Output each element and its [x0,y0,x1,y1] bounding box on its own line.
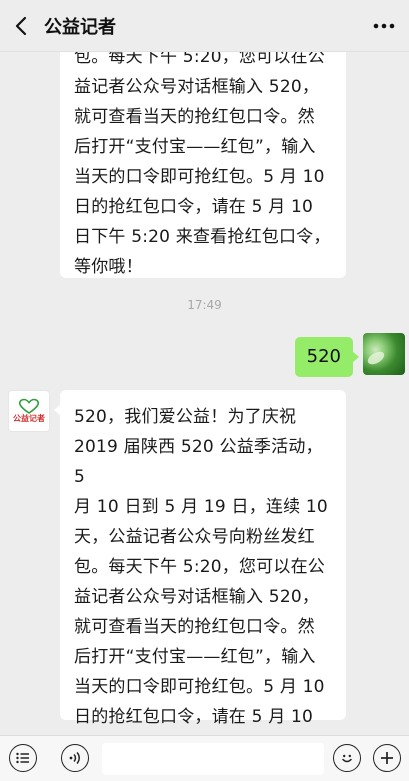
chevron-left-icon [15,16,27,35]
account-avatar[interactable]: 公益记者 [8,390,50,432]
message-bubble-previous[interactable]: 包。每天下午 5:20，您可以在公 益记者公众号对话框输入 520， 就可查看当… [60,52,346,278]
message-input[interactable] [102,743,324,775]
chat-title: 公益记者 [44,16,116,38]
message-timestamp: 17:49 [187,298,222,312]
plus-icon [381,752,393,764]
emoji-button[interactable] [333,744,361,772]
menu-button[interactable] [9,744,37,772]
voice-button[interactable] [61,744,89,772]
back-button[interactable] [2,0,40,52]
avatar-logo-text: 公益记者 [13,414,45,423]
plus-button[interactable] [373,744,401,772]
message-bubble-received[interactable]: 520，我们爱公益！为了庆祝 2019 届陕西 520 公益季活动，5 月 10… [54,390,346,727]
message-bubble-mine[interactable]: 520 [294,337,360,377]
heart-logo-icon [18,398,40,414]
voice-icon [69,751,80,765]
chat-area[interactable]: 包。每天下午 5:20，您可以在公 益记者公众号对话框输入 520， 就可查看当… [0,52,409,735]
menu-list-icon [16,752,29,764]
emoji-icon [342,754,352,763]
top-bar: 公益记者 [0,0,409,52]
more-dots-icon [373,23,395,29]
avatar-leaf-decoration [365,349,387,367]
input-bar [0,735,409,781]
more-button[interactable] [369,14,399,38]
my-avatar[interactable] [363,333,405,375]
